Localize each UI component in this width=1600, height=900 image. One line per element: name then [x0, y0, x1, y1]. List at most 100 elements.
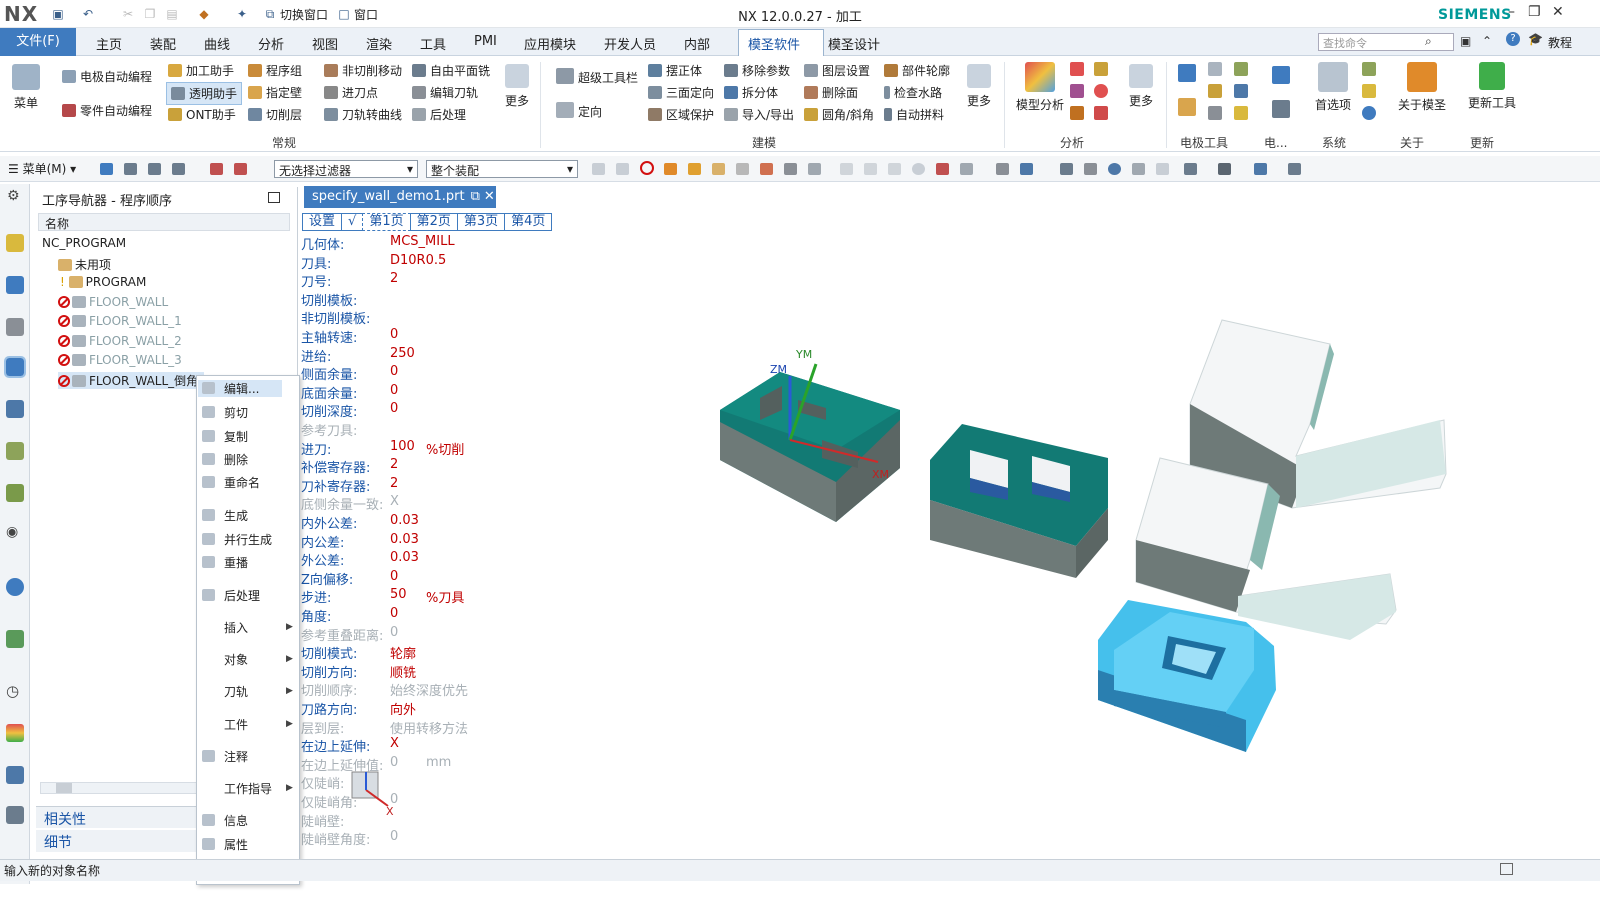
ribbon-options-icon[interactable]: ▣ [1460, 34, 1471, 48]
toolpath-filter-icon[interactable] [234, 163, 247, 175]
help-icon[interactable]: ? [1506, 32, 1520, 46]
tab-developer[interactable]: 开发人员 [604, 34, 656, 53]
context-menu-item-generate[interactable]: 生成 [224, 507, 248, 524]
tab-home[interactable]: 主页 [96, 34, 122, 53]
restore-icon[interactable]: ❐ [1528, 4, 1541, 20]
electrode-burn-icon[interactable] [1208, 106, 1222, 120]
orient-view-icon[interactable] [1254, 163, 1267, 175]
page-tab-settings[interactable]: 设置 [302, 213, 343, 231]
gear-icon[interactable]: ⚙ [7, 188, 20, 204]
snap-disabled-icon[interactable] [616, 163, 629, 175]
super-toolbar-button[interactable]: 超级工具栏 [556, 68, 638, 86]
context-menu-item-object[interactable]: 对象 [224, 651, 248, 668]
context-menu-item-info[interactable]: 信息 [224, 812, 248, 829]
fullscreen-icon[interactable] [1500, 863, 1513, 875]
assembly-navigator-icon[interactable] [6, 234, 24, 252]
system-help-icon[interactable] [1362, 106, 1376, 120]
context-menu-item-insert[interactable]: 插入 [224, 619, 248, 636]
split-body-button[interactable]: 拆分体 [724, 84, 778, 101]
context-menu-item-rename[interactable]: 重命名 [224, 474, 260, 491]
snap-point-icon[interactable] [808, 163, 821, 175]
context-menu-item-copy[interactable]: 复制 [224, 428, 248, 445]
tab-analysis[interactable]: 分析 [258, 34, 284, 53]
clip-icon[interactable] [1156, 163, 1169, 175]
search-icon[interactable]: ⌕ [1425, 34, 1432, 49]
process-studio-icon[interactable] [6, 630, 24, 648]
snap-quadrant-icon[interactable] [936, 163, 949, 175]
tab-internal[interactable]: 内部 [684, 34, 710, 53]
weight-icon[interactable] [1070, 62, 1084, 76]
context-menu-item-workpiece[interactable]: 工件 [224, 716, 248, 733]
context-menu-item-parallel-generate[interactable]: 并行生成 [224, 531, 272, 548]
electrode-create-icon[interactable] [1178, 64, 1196, 82]
hd3d-tools-icon[interactable] [6, 484, 24, 502]
close-tab-icon[interactable]: ✕ [484, 189, 495, 204]
color-analysis-icon[interactable] [1070, 84, 1084, 98]
tab-assembly[interactable]: 装配 [150, 34, 176, 53]
eye-icon[interactable]: ◉ [6, 524, 18, 540]
tab-render[interactable]: 渲染 [366, 34, 392, 53]
maximize-panel-icon[interactable] [268, 192, 280, 203]
edit-toolpath-button[interactable]: 编辑刀轨 [412, 84, 478, 101]
menu-ribbon-button[interactable]: 菜单 [6, 64, 46, 111]
transparent-assistant-button[interactable]: 透明助手 [166, 82, 243, 105]
more-button-2[interactable]: 更多 [962, 64, 996, 109]
point-filter-icon[interactable] [784, 163, 797, 175]
page-tab-2[interactable]: 第2页 [409, 213, 458, 231]
tab-pmi[interactable]: PMI [474, 34, 497, 49]
page-tab-check[interactable]: √ [341, 213, 364, 231]
tab-mosheng-design[interactable]: 模圣设计 [828, 34, 880, 53]
square-body-button[interactable]: 摆正体 [648, 62, 702, 79]
tab-curve[interactable]: 曲线 [204, 34, 230, 53]
pan-icon[interactable] [1132, 163, 1145, 175]
fit-icon[interactable] [1060, 163, 1073, 175]
select-icon[interactable] [100, 163, 113, 175]
page-tab-4[interactable]: 第4页 [504, 213, 553, 231]
measure-icon[interactable] [1094, 62, 1108, 76]
command-search-input[interactable]: 查找命令 [1318, 33, 1454, 51]
snap-icon[interactable] [592, 163, 605, 175]
snap-mid-icon[interactable] [864, 163, 877, 175]
no-filter-icon[interactable] [640, 161, 654, 175]
select-mode-icon[interactable] [124, 163, 137, 175]
orient-button[interactable]: 定向 [556, 102, 602, 120]
system-settings-icon[interactable] [1362, 62, 1376, 76]
part-navigator-icon[interactable] [6, 318, 24, 336]
cut-level-button[interactable]: 切削层 [248, 106, 302, 123]
name-column-header[interactable]: 名称 [38, 213, 290, 231]
electrode-list-icon[interactable] [1234, 62, 1248, 76]
tab-view[interactable]: 视图 [312, 34, 338, 53]
tab-mosheng-software[interactable]: 模圣软件 [748, 34, 800, 53]
history-icon[interactable]: ◷ [6, 682, 19, 700]
import-export-button[interactable]: 导入/导出 [724, 106, 794, 123]
select-list-icon[interactable] [172, 163, 185, 175]
electrode-extra-icon[interactable] [1272, 66, 1290, 84]
context-menu-item-properties[interactable]: 属性 [224, 836, 248, 853]
view-orient-icon[interactable] [1020, 163, 1033, 175]
layout-icon[interactable] [1184, 163, 1197, 175]
electrode-holder-icon[interactable] [1208, 84, 1222, 98]
lock-icon[interactable] [1362, 84, 1376, 98]
toolpath-to-curve-button[interactable]: 刀轨转曲线 [324, 106, 402, 123]
tab-tools[interactable]: 工具 [420, 34, 446, 53]
feature-filter-icon[interactable] [736, 163, 749, 175]
model-viewport[interactable]: YM ZM XM X [300, 210, 1600, 860]
context-menu-item-annotation[interactable]: 注释 [224, 748, 248, 765]
specify-wall-button[interactable]: 指定壁 [248, 84, 302, 101]
electrode-table-icon[interactable] [1272, 100, 1290, 118]
context-menu-item-toolpath[interactable]: 刀轨 [224, 683, 248, 700]
constraint-navigator-icon[interactable] [6, 276, 24, 294]
curve-filter-icon[interactable] [760, 163, 773, 175]
reuse-library-icon[interactable] [6, 442, 24, 460]
electrode-box-icon[interactable] [1178, 98, 1196, 116]
model-analysis-button[interactable]: 模型分析 [1010, 62, 1070, 113]
entry-point-button[interactable]: 进刀点 [324, 84, 378, 101]
tree-node-nc-program[interactable]: NC_PROGRAM [42, 236, 126, 250]
collapse-ribbon-icon[interactable]: ⌃ [1482, 34, 1492, 48]
undercut-icon[interactable] [1094, 106, 1108, 120]
non-cutting-moves-button[interactable]: 非切削移动 [324, 62, 402, 79]
context-menu-item-work-instruction[interactable]: 工作指导 [224, 780, 272, 797]
operation-navigator-icon[interactable] [4, 356, 26, 378]
more-button-3[interactable]: 更多 [1124, 64, 1158, 109]
select-tree-icon[interactable] [148, 163, 161, 175]
